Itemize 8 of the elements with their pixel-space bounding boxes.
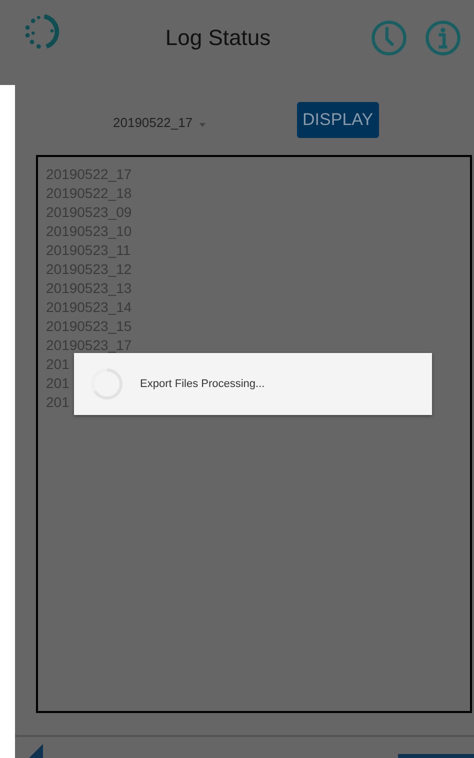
caret-icon <box>198 123 206 127</box>
log-dropdown[interactable]: 20190522_17 <box>113 114 206 130</box>
back-triangle-icon[interactable] <box>29 744 43 758</box>
clock-icon[interactable] <box>370 18 408 56</box>
dialog-message: Export Files Processing... <box>140 378 265 390</box>
screen-title: Log Status <box>164 24 272 50</box>
info-icon[interactable] <box>424 18 462 56</box>
display-button[interactable]: DISPLAY <box>296 102 380 138</box>
